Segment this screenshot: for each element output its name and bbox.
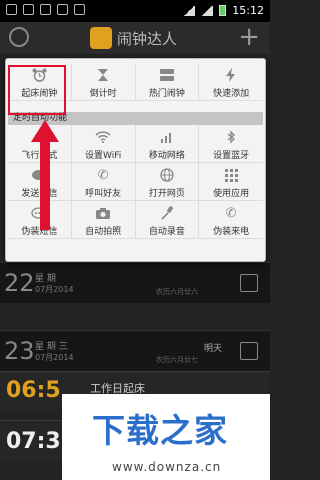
mobile-network-label: 移动网络 bbox=[148, 151, 185, 161]
phone-icon: ✆ bbox=[97, 167, 109, 183]
watermark-url: www.downza.cn bbox=[112, 460, 222, 474]
battery-icon bbox=[219, 5, 227, 16]
signal-status-icon bbox=[201, 5, 214, 16]
day-number: 22 bbox=[4, 269, 35, 297]
day-tag: 明天 bbox=[203, 344, 222, 354]
day-number: 23 bbox=[4, 337, 35, 365]
status-time: 15:12 bbox=[232, 4, 264, 17]
apps-grid-icon bbox=[223, 168, 239, 182]
hot-alarm-icon bbox=[159, 68, 175, 82]
use-app-label: 使用应用 bbox=[213, 189, 250, 199]
notification-icon bbox=[57, 4, 68, 15]
notification-icons bbox=[6, 4, 85, 15]
lunar-note: 农历六月廿七 bbox=[156, 356, 198, 364]
wifi-label: 设置WiFi bbox=[85, 151, 122, 161]
microphone-icon bbox=[159, 206, 175, 220]
mobile-network-button[interactable]: 移动网络 bbox=[135, 125, 200, 163]
alarm-time: 07:3 bbox=[6, 429, 61, 454]
usb-icon bbox=[23, 4, 34, 15]
quick-add-button[interactable]: 快速添加 bbox=[199, 63, 263, 101]
app-bar: 闹钟达人 + bbox=[0, 22, 270, 54]
use-app-button[interactable]: 使用应用 bbox=[199, 163, 263, 201]
signal-icon bbox=[159, 130, 175, 144]
hot-alarm-label: 热门闹钟 bbox=[148, 89, 185, 99]
weekday: 星 期 bbox=[35, 274, 56, 284]
globe-icon bbox=[159, 168, 175, 182]
watermark-title: 下载之家 bbox=[92, 411, 228, 450]
highlight-box bbox=[8, 65, 66, 115]
open-webpage-label: 打开网页 bbox=[148, 189, 185, 199]
auto-record-button[interactable]: 自动录音 bbox=[135, 201, 200, 239]
watermark: 下载之家 www.downza.cn bbox=[62, 394, 270, 480]
date-row[interactable]: 22 星 期 07月2014 农历六月廿六 bbox=[0, 262, 270, 303]
open-webpage-button[interactable]: 打开网页 bbox=[135, 163, 200, 201]
wifi-icon bbox=[95, 130, 111, 144]
call-friend-label: 呼叫好友 bbox=[85, 189, 122, 199]
fake-call-label: 伪装来电 bbox=[213, 227, 250, 237]
notification-icon bbox=[74, 4, 85, 15]
date-row[interactable]: 23 星 期 三 07月2014 农历六月廿七 明天 bbox=[0, 330, 270, 371]
notification-icon bbox=[40, 4, 51, 15]
app-title: 闹钟达人 bbox=[117, 30, 178, 48]
auto-record-label: 自动录音 bbox=[148, 227, 185, 237]
hourglass-icon bbox=[95, 68, 111, 82]
calendar-icon[interactable] bbox=[240, 342, 258, 360]
hot-alarm-button[interactable]: 热门闹钟 bbox=[135, 63, 200, 101]
annotation-arrow bbox=[31, 120, 59, 230]
auto-photo-label: 自动拍照 bbox=[85, 227, 122, 237]
quick-add-label: 快速添加 bbox=[213, 89, 250, 99]
date-text: 07月2014 bbox=[35, 353, 74, 362]
camera-icon bbox=[95, 206, 111, 220]
bluetooth-icon bbox=[223, 130, 239, 144]
weekday: 星 期 三 bbox=[35, 342, 68, 352]
menu-button[interactable] bbox=[9, 27, 29, 47]
bluetooth-button[interactable]: 设置蓝牙 bbox=[199, 125, 263, 163]
fake-call-button[interactable]: ✆ 伪装来电 bbox=[199, 201, 263, 239]
add-button[interactable]: + bbox=[238, 22, 260, 52]
date-text: 07月2014 bbox=[35, 285, 74, 294]
lightning-icon bbox=[223, 68, 239, 82]
lunar-note: 农历六月廿六 bbox=[156, 288, 198, 296]
notification-icon bbox=[6, 4, 17, 15]
alarm-time: 06:5 bbox=[6, 378, 61, 403]
countdown-label: 倒计时 bbox=[89, 89, 117, 99]
bluetooth-label: 设置蓝牙 bbox=[213, 151, 250, 161]
fake-call-icon: ✆ bbox=[225, 205, 237, 221]
auto-photo-button[interactable]: 自动拍照 bbox=[71, 201, 136, 239]
status-bar: 15:12 bbox=[0, 0, 270, 22]
calendar-icon[interactable] bbox=[240, 274, 258, 292]
call-friend-button[interactable]: ✆ 呼叫好友 bbox=[71, 163, 136, 201]
app-logo bbox=[90, 27, 112, 49]
countdown-button[interactable]: 倒计时 bbox=[71, 63, 136, 101]
wifi-status-icon bbox=[183, 5, 196, 16]
wifi-button[interactable]: 设置WiFi bbox=[71, 125, 136, 163]
